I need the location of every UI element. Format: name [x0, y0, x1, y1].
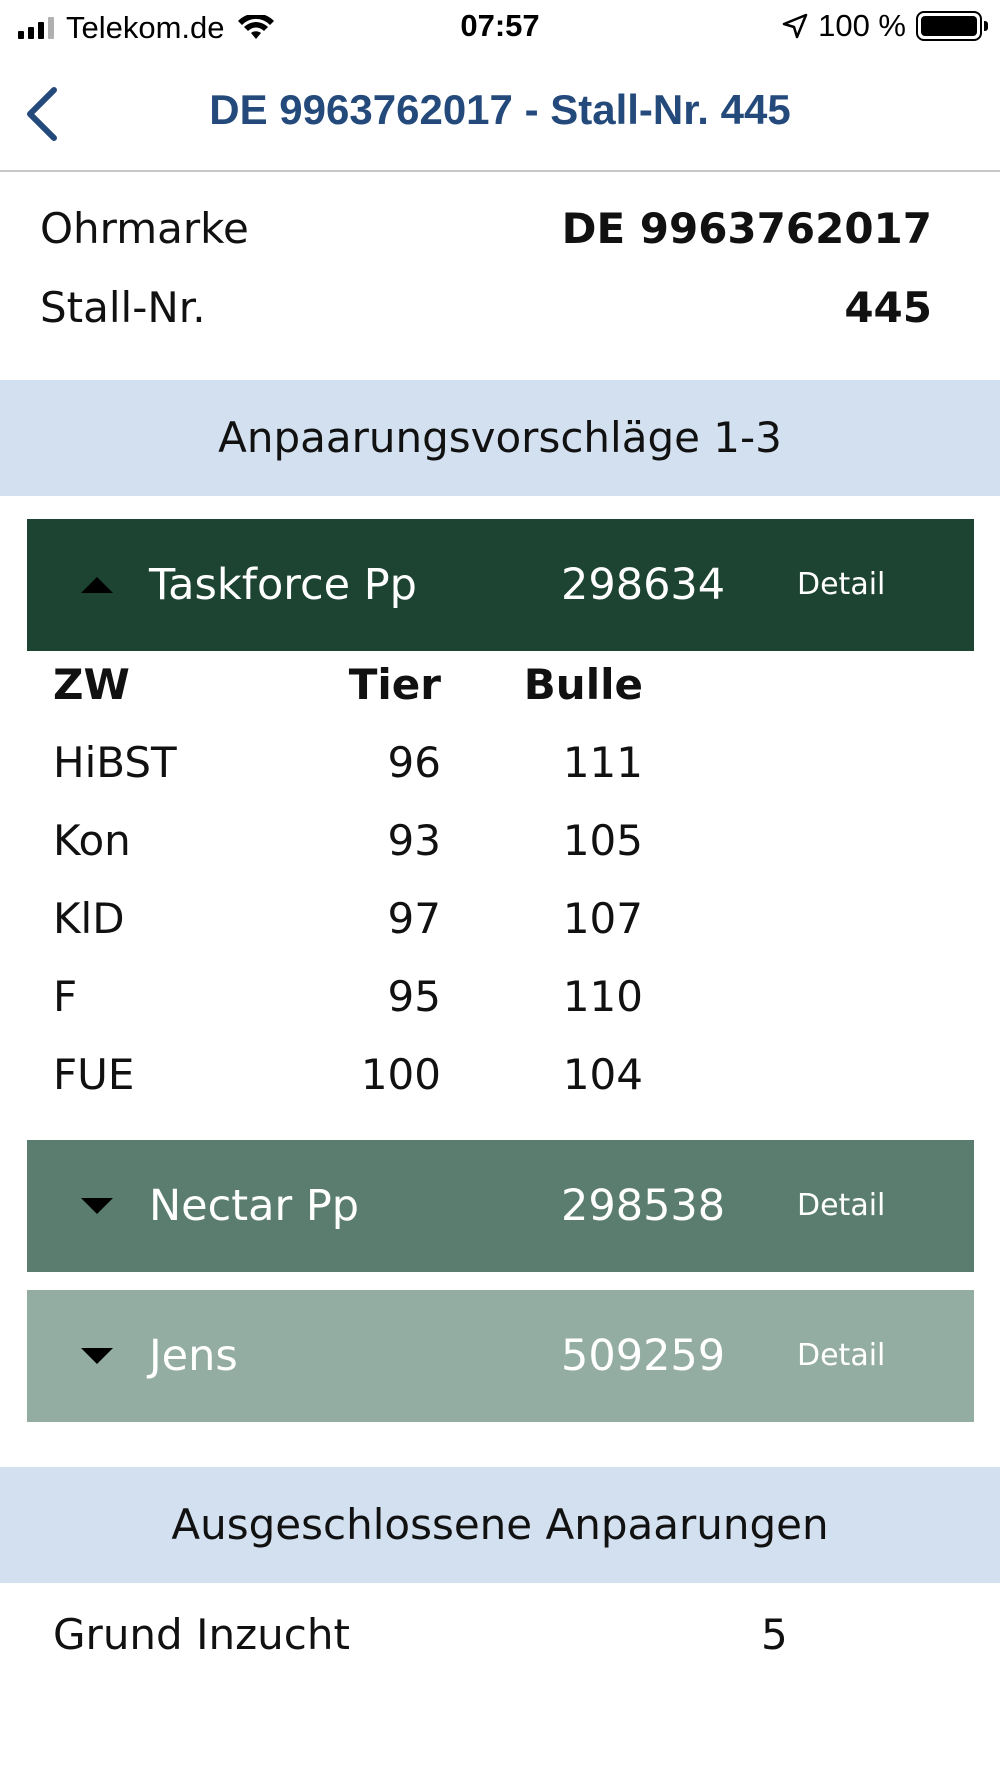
bull-number: 298538 [561, 1181, 726, 1231]
excluded-label: Grund Inzucht [53, 1610, 350, 1650]
column-header-tier: Tier [348, 660, 441, 709]
stall-value: 445 [844, 283, 932, 332]
bull-name: Nectar Pp [149, 1181, 360, 1231]
excluded-value: 5 [761, 1610, 788, 1650]
table-row: FUE 100 104 [53, 1050, 673, 1128]
detail-link[interactable]: Detail [797, 1290, 885, 1422]
chevron-down-icon [81, 1198, 113, 1214]
bull-bar-jens[interactable]: Jens 509259 Detail [27, 1290, 974, 1422]
detail-link[interactable]: Detail [797, 1140, 885, 1272]
battery-percent: 100 % [818, 8, 906, 43]
bull-name: Taskforce Pp [149, 560, 417, 610]
bull-name: Jens [149, 1331, 238, 1381]
location-arrow-icon [782, 13, 808, 39]
cell-tier: 100 [360, 1050, 441, 1099]
cell-tier: 96 [387, 738, 441, 787]
cell-tier: 95 [387, 972, 441, 1021]
suggestions-header: Anpaarungsvorschläge 1-3 [0, 380, 1000, 496]
table-row: KlD 97 107 [53, 894, 673, 972]
cell-bulle: 111 [562, 738, 643, 787]
cell-zw: F [53, 972, 78, 1021]
table-row: Kon 93 105 [53, 816, 673, 894]
excluded-header: Ausgeschlossene Anpaarungen [0, 1467, 1000, 1583]
cell-bulle: 104 [562, 1050, 643, 1099]
bull-bar-taskforce[interactable]: Taskforce Pp 298634 Detail [27, 519, 974, 651]
detail-link[interactable]: Detail [797, 519, 885, 651]
stall-label: Stall-Nr. [40, 283, 206, 332]
cell-zw: Kon [53, 816, 131, 865]
status-right: 100 % [782, 8, 988, 44]
bull-bar-nectar[interactable]: Nectar Pp 298538 Detail [27, 1140, 974, 1272]
table-row: F 95 110 [53, 972, 673, 1050]
cell-zw: HiBST [53, 738, 177, 787]
chevron-up-icon [81, 577, 113, 593]
status-bar: Telekom.de 07:57 100 % [0, 0, 1000, 56]
ohrmarke-label: Ohrmarke [40, 204, 249, 253]
bull-number: 509259 [561, 1331, 726, 1381]
cell-tier: 93 [387, 816, 441, 865]
cell-bulle: 105 [562, 816, 643, 865]
excluded-row: Grund Inzucht 5 [53, 1610, 793, 1650]
cell-bulle: 110 [562, 972, 643, 1021]
cell-bulle: 107 [562, 894, 643, 943]
bull-number: 298634 [561, 560, 726, 610]
cell-zw: KlD [53, 894, 125, 943]
battery-icon [916, 11, 988, 41]
page-title: DE 9963762017 - Stall-Nr. 445 [209, 86, 791, 133]
column-header-bulle: Bulle [523, 660, 643, 709]
cell-tier: 97 [387, 894, 441, 943]
chevron-down-icon [81, 1348, 113, 1364]
nav-bar: DE 9963762017 - Stall-Nr. 445 [0, 56, 1000, 172]
table-row: HiBST 96 111 [53, 738, 673, 816]
zw-table: ZW Tier Bulle HiBST 96 111 Kon 93 105 Kl… [53, 660, 673, 1128]
cell-zw: FUE [53, 1050, 135, 1099]
table-header: ZW Tier Bulle [53, 660, 673, 738]
ohrmarke-value: DE 9963762017 [561, 204, 932, 253]
column-header-zw: ZW [53, 660, 130, 709]
